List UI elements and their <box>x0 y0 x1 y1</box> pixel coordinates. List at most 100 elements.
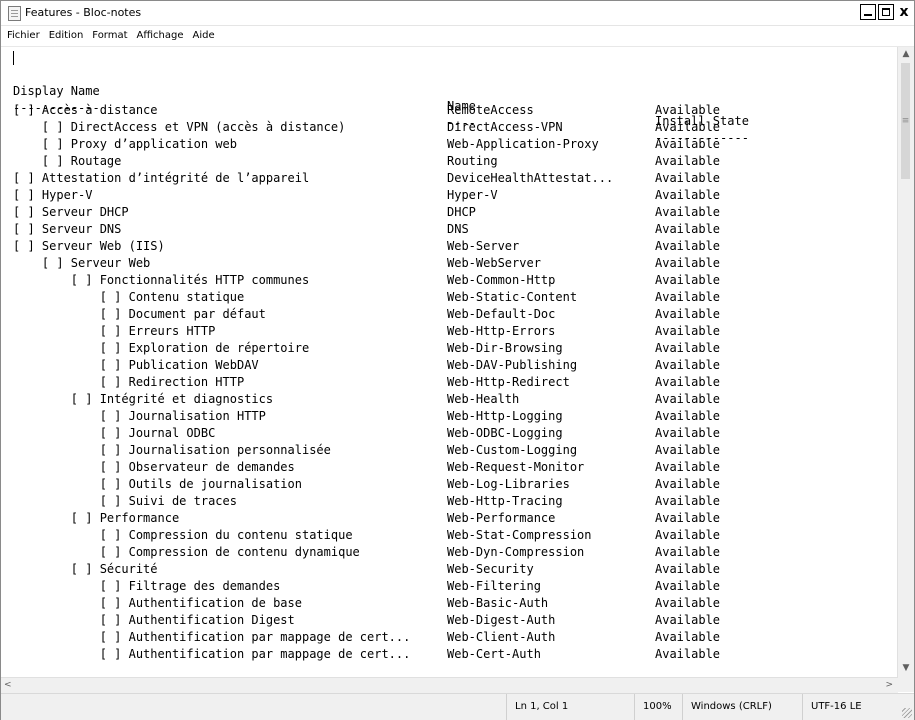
feature-install-state: Available <box>655 613 721 627</box>
feature-display-name: [ ] Hyper-V <box>13 188 93 202</box>
feature-install-state: Available <box>655 511 721 525</box>
feature-name: Web-WebServer <box>447 256 541 270</box>
vertical-scrollbar[interactable]: ▲ ≡ ▼ <box>897 47 914 677</box>
feature-install-state: Available <box>655 103 721 117</box>
scroll-up-icon[interactable]: ▲ <box>898 49 914 61</box>
text-editor[interactable]: Display Name Name Install State --------… <box>1 47 898 677</box>
maximize-button[interactable] <box>878 4 894 20</box>
close-icon: x <box>899 4 909 20</box>
feature-install-state: Available <box>655 494 721 508</box>
feature-display-name: [ ] Attestation d’intégrité de l’apparei… <box>13 171 310 185</box>
feature-install-state: Available <box>655 239 721 253</box>
feature-display-name: [ ] Journal ODBC <box>13 426 216 440</box>
window-controls: x <box>860 4 912 20</box>
feature-name: Web-Performance <box>447 511 556 525</box>
feature-install-state: Available <box>655 273 721 287</box>
feature-display-name: [ ] Performance <box>13 511 180 525</box>
menu-format[interactable]: Format <box>89 26 130 46</box>
feature-install-state: Available <box>655 596 721 610</box>
scroll-right-icon[interactable]: > <box>885 678 893 693</box>
menu-fichier[interactable]: Fichier <box>4 26 43 46</box>
feature-install-state: Available <box>655 426 721 440</box>
feature-install-state: Available <box>655 205 721 219</box>
feature-install-state: Available <box>655 562 721 576</box>
feature-install-state: Available <box>655 324 721 338</box>
feature-install-state: Available <box>655 137 721 151</box>
feature-install-state: Available <box>655 256 721 270</box>
feature-install-state: Available <box>655 188 721 202</box>
grip-icon: ≡ <box>901 116 910 126</box>
feature-name: DHCP <box>447 205 476 219</box>
feature-name: Web-Http-Tracing <box>447 494 563 508</box>
feature-display-name: [ ] Intégrité et diagnostics <box>13 392 274 406</box>
feature-install-state: Available <box>655 154 721 168</box>
feature-name: Web-Custom-Logging <box>447 443 578 457</box>
feature-display-name: [ ] Contenu statique <box>13 290 245 304</box>
feature-install-state: Available <box>655 375 721 389</box>
horizontal-scrollbar[interactable]: < > <box>1 677 898 693</box>
feature-display-name: [ ] Suivi de traces <box>13 494 237 508</box>
resize-grip-icon[interactable] <box>902 708 912 718</box>
feature-display-name: [ ] Accès à distance <box>13 103 158 117</box>
feature-name: Web-Health <box>447 392 520 406</box>
feature-name: Web-Http-Redirect <box>447 375 570 389</box>
feature-name: Web-Default-Doc <box>447 307 556 321</box>
menu-bar: Fichier Edition Format Affichage Aide <box>1 26 914 47</box>
feature-install-state: Available <box>655 307 721 321</box>
minimize-button[interactable] <box>860 4 876 20</box>
title-bar[interactable]: Features - Bloc-notes x <box>1 1 914 26</box>
cursor-position: Ln 1, Col 1 <box>506 694 634 720</box>
scroll-left-icon[interactable]: < <box>4 678 12 693</box>
scroll-down-icon[interactable]: ▼ <box>898 663 914 675</box>
feature-display-name: [ ] Fonctionnalités HTTP communes <box>13 273 310 287</box>
feature-name: Web-Common-Http <box>447 273 556 287</box>
feature-display-name: [ ] Sécurité <box>13 562 158 576</box>
feature-name: Web-Server <box>447 239 520 253</box>
menu-affichage[interactable]: Affichage <box>134 26 187 46</box>
feature-name: Web-Cert-Auth <box>447 647 541 661</box>
feature-install-state: Available <box>655 290 721 304</box>
window-title: Features - Bloc-notes <box>25 6 142 19</box>
feature-name: Web-Dir-Browsing <box>447 341 563 355</box>
feature-display-name: [ ] Redirection HTTP <box>13 375 245 389</box>
text-caret <box>13 51 14 65</box>
feature-display-name: [ ] Outils de journalisation <box>13 477 302 491</box>
feature-display-name: [ ] Authentification par mappage de cert… <box>13 630 411 644</box>
feature-install-state: Available <box>655 392 721 406</box>
menu-aide[interactable]: Aide <box>190 26 218 46</box>
feature-display-name: [ ] Compression de contenu dynamique <box>13 545 360 559</box>
feature-install-state: Available <box>655 443 721 457</box>
feature-display-name: [ ] Observateur de demandes <box>13 460 295 474</box>
feature-name: Web-DAV-Publishing <box>447 358 578 372</box>
line-ending: Windows (CRLF) <box>682 694 802 720</box>
feature-display-name: [ ] Journalisation HTTP <box>13 409 266 423</box>
feature-install-state: Available <box>655 341 721 355</box>
feature-name: Web-Basic-Auth <box>447 596 549 610</box>
close-button[interactable]: x <box>896 4 912 20</box>
feature-name: DNS <box>447 222 469 236</box>
feature-display-name: [ ] Routage <box>13 154 122 168</box>
header-row: Display Name Name Install State <box>1 69 749 128</box>
feature-name: RemoteAccess <box>447 103 534 117</box>
feature-install-state: Available <box>655 647 721 661</box>
feature-name: Hyper-V <box>447 188 498 202</box>
feature-name: Web-Http-Logging <box>447 409 563 423</box>
menu-edition[interactable]: Edition <box>46 26 87 46</box>
feature-display-name: [ ] Compression du contenu statique <box>13 528 353 542</box>
feature-display-name: [ ] Serveur Web (IIS) <box>13 239 165 253</box>
feature-install-state: Available <box>655 630 721 644</box>
feature-display-name: [ ] Exploration de répertoire <box>13 341 310 355</box>
feature-name: Web-Dyn-Compression <box>447 545 585 559</box>
feature-display-name: [ ] Serveur DHCP <box>13 205 129 219</box>
feature-display-name: [ ] Journalisation personnalisée <box>13 443 331 457</box>
vertical-scroll-thumb[interactable]: ≡ <box>901 63 910 179</box>
feature-install-state: Available <box>655 358 721 372</box>
feature-name: DeviceHealthAttestat... <box>447 171 614 185</box>
feature-name: Routing <box>447 154 498 168</box>
feature-display-name: [ ] Erreurs HTTP <box>13 324 216 338</box>
feature-install-state: Available <box>655 545 721 559</box>
separator-row: ------------ ---- ------------- <box>1 86 749 145</box>
scrollbar-corner <box>898 677 914 692</box>
feature-install-state: Available <box>655 579 721 593</box>
feature-name: Web-Log-Libraries <box>447 477 570 491</box>
